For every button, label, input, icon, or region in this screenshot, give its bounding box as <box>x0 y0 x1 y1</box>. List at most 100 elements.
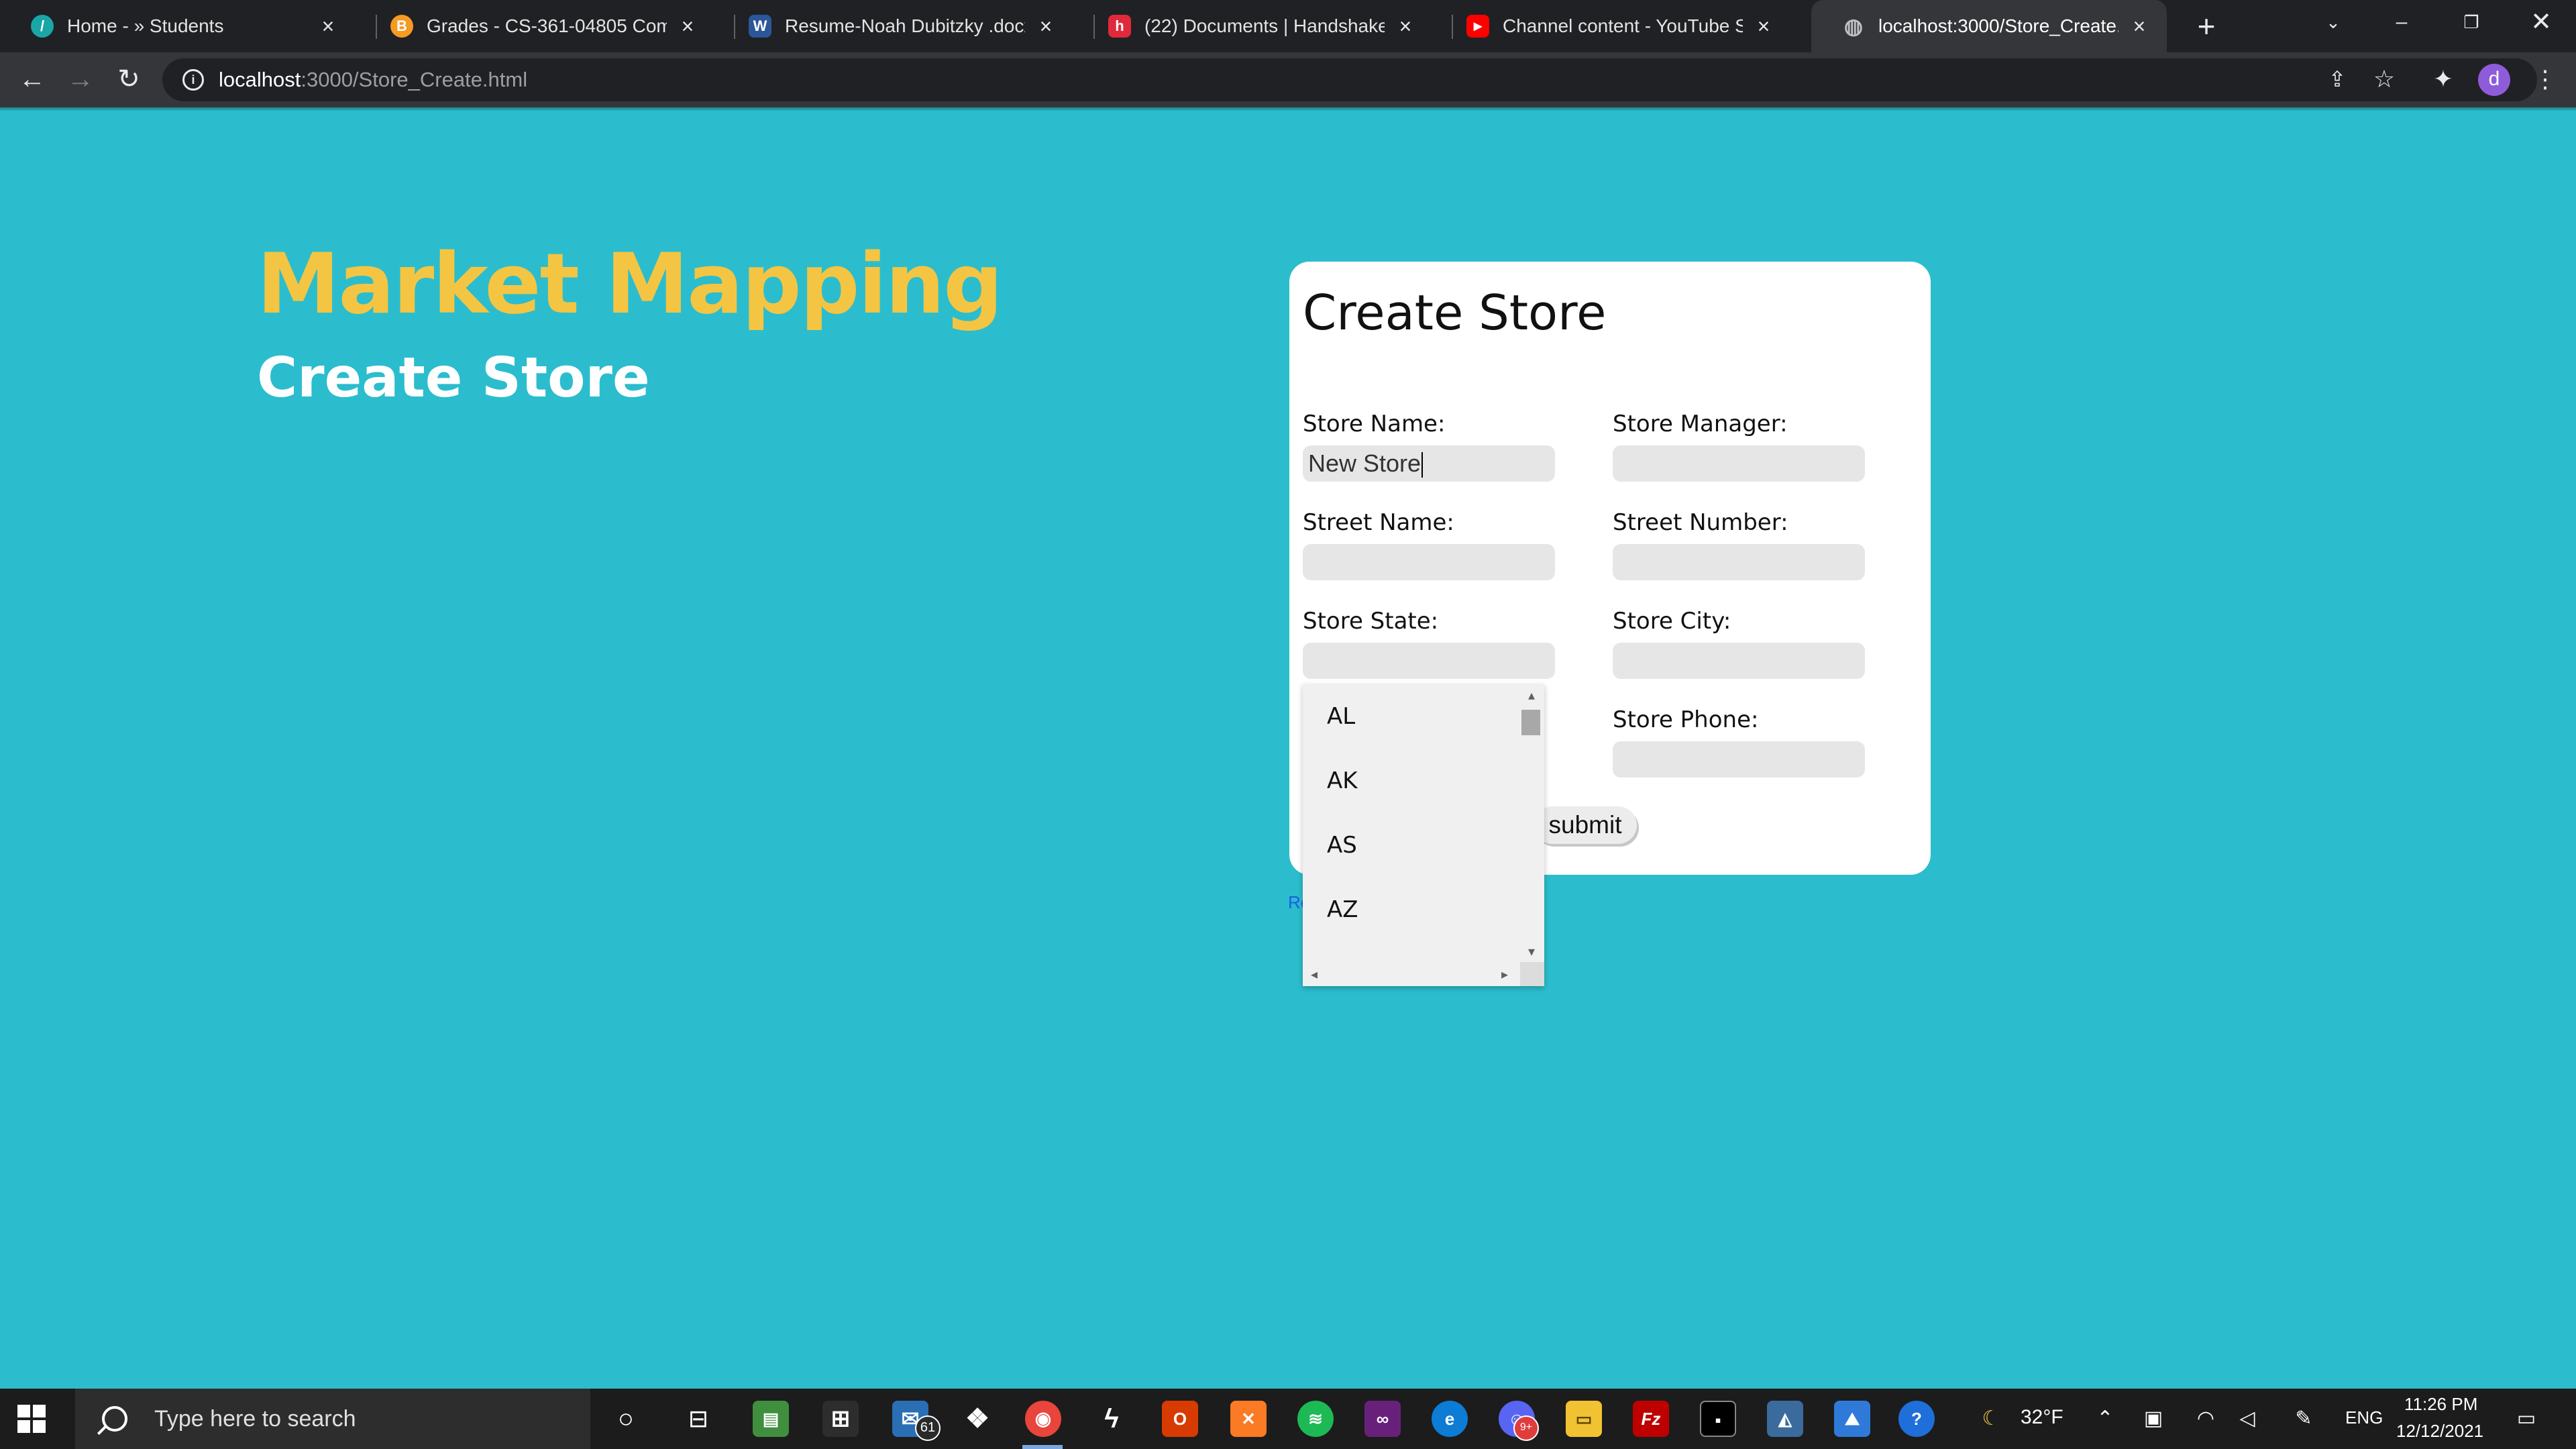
tab-store-create[interactable]: ◍ localhost:3000/Store_Create.html × <box>1811 0 2167 52</box>
dropdown-vertical-scrollbar[interactable]: ▴ ▾ <box>1520 684 1544 962</box>
store-name-input[interactable]: New Store <box>1303 445 1555 482</box>
scrollbar-corner <box>1520 962 1544 986</box>
scroll-left-arrow-icon[interactable]: ◂ <box>1311 966 1318 982</box>
volume-icon[interactable]: ◁ <box>2234 1407 2261 1430</box>
site-info-icon[interactable]: i <box>182 69 204 91</box>
store-name-field: Store Name: New Store <box>1303 411 1571 482</box>
tab-title: Grades - CS-361-04805 Comp Sci <box>427 15 667 36</box>
address-bar[interactable]: i localhost:3000/Store_Create.html <box>162 58 2537 101</box>
show-hidden-icons-chevron-icon[interactable]: ⌃ <box>2092 1407 2118 1430</box>
moon-weather-icon[interactable]: ☾ <box>1978 1407 2004 1430</box>
store-city-field: Store City: <box>1613 608 1881 679</box>
back-arrow-icon[interactable]: ← <box>12 59 52 99</box>
share-icon[interactable]: ⇪ <box>2317 59 2357 99</box>
xampp-app-icon[interactable]: ✕ <box>1230 1401 1267 1437</box>
extensions-puzzle-icon[interactable]: ✦ <box>2423 59 2463 99</box>
photos-app-icon[interactable]: ⛰ <box>1834 1401 1870 1437</box>
close-tab-icon[interactable]: × <box>317 14 339 39</box>
weather-temperature[interactable]: 32°F <box>2021 1406 2063 1429</box>
clock-date[interactable]: 12/12/2021 <box>2396 1421 2483 1442</box>
wifi-icon[interactable]: ◠ <box>2192 1407 2219 1430</box>
tab-search-chevron-icon[interactable]: ⌄ <box>2300 0 2367 47</box>
filezilla-app-icon[interactable]: Fz <box>1633 1401 1669 1437</box>
youtube-favicon-icon: ▶ <box>1466 15 1489 38</box>
store-app-icon[interactable]: ⊞ <box>822 1401 859 1437</box>
tab-grades[interactable]: B Grades - CS-361-04805 Comp Sci × <box>360 0 715 52</box>
state-dropdown-list[interactable]: AL AK AS AZ ▴ ▾ ◂ ▸ <box>1303 684 1544 986</box>
close-tab-icon[interactable]: × <box>676 14 699 39</box>
cortana-icon[interactable]: ○ <box>608 1401 644 1437</box>
new-tab-plus-icon[interactable]: + <box>2188 8 2224 44</box>
tab-title: Resume-Noah Dubitzky .docx <box>785 15 1025 36</box>
file-explorer-icon[interactable]: ▭ <box>1566 1401 1602 1437</box>
store-phone-field: Store Phone: <box>1613 706 1881 777</box>
street-number-field: Street Number: <box>1613 509 1881 580</box>
terminal-app-icon[interactable]: ▪ <box>1700 1401 1736 1437</box>
windows-start-icon[interactable] <box>17 1405 46 1433</box>
pen-icon[interactable]: ✎ <box>2290 1407 2317 1430</box>
reload-icon[interactable]: ↻ <box>109 59 149 99</box>
sheets-app-icon[interactable]: ▤ <box>753 1401 789 1437</box>
notifications-icon[interactable]: ▭ <box>2513 1407 2540 1430</box>
tab-handshake[interactable]: h (22) Documents | Handshake × <box>1077 0 1433 52</box>
close-tab-icon[interactable]: × <box>1394 14 1417 39</box>
store-city-input[interactable] <box>1613 643 1865 679</box>
scroll-right-arrow-icon[interactable]: ▸ <box>1501 966 1508 982</box>
mail-badge: 61 <box>915 1415 941 1441</box>
task-view-icon[interactable]: ⊟ <box>680 1401 716 1437</box>
close-tab-icon[interactable]: × <box>1034 14 1057 39</box>
mysql-app-icon[interactable]: ◭ <box>1767 1401 1803 1437</box>
dropdown-scroll-thumb[interactable] <box>1521 710 1540 735</box>
tab-title: Home - » Students <box>67 15 224 36</box>
tab-title: localhost:3000/Store_Create.html <box>1878 15 2118 36</box>
url-path: :3000/Store_Create.html <box>301 68 528 91</box>
submit-button[interactable]: submit <box>1534 806 1637 844</box>
state-option[interactable]: AZ <box>1327 896 1358 923</box>
form-title: Create Store <box>1303 284 1607 341</box>
profile-avatar[interactable]: d <box>2478 64 2510 96</box>
street-name-field: Street Name: <box>1303 509 1571 580</box>
store-phone-input[interactable] <box>1613 741 1865 777</box>
students-favicon-icon: / <box>31 15 54 38</box>
minimize-icon[interactable]: – <box>2368 0 2435 47</box>
bookmark-star-icon[interactable]: ☆ <box>2364 59 2404 99</box>
browser-toolbar: ← → ↻ i localhost:3000/Store_Create.html… <box>0 52 2576 107</box>
close-window-icon[interactable]: ✕ <box>2508 0 2575 47</box>
street-number-input[interactable] <box>1613 544 1865 580</box>
dropdown-horizontal-scrollbar[interactable]: ◂ ▸ <box>1303 962 1520 986</box>
state-option[interactable]: AL <box>1327 703 1355 730</box>
scroll-down-arrow-icon[interactable]: ▾ <box>1528 943 1535 959</box>
tab-resume[interactable]: W Resume-Noah Dubitzky .docx × <box>718 0 1073 52</box>
edge-app-icon[interactable]: e <box>1432 1401 1468 1437</box>
chrome-app-icon[interactable]: ◉ <box>1025 1401 1061 1437</box>
forward-arrow-icon[interactable]: → <box>60 59 101 99</box>
bolt-app-icon[interactable]: ϟ <box>1093 1401 1130 1437</box>
close-tab-icon[interactable]: × <box>1752 14 1775 39</box>
taskbar-search-box[interactable]: Type here to search <box>75 1389 590 1449</box>
help-app-icon[interactable]: ? <box>1898 1401 1935 1437</box>
close-tab-icon[interactable]: × <box>2128 14 2151 39</box>
store-name-label: Store Name: <box>1303 411 1446 437</box>
tab-youtube-studio[interactable]: ▶ Channel content - YouTube Studio × <box>1436 0 1791 52</box>
brand-title: Market Mapping <box>257 236 1003 333</box>
restore-icon[interactable]: ❐ <box>2438 0 2505 47</box>
store-manager-field: Store Manager: <box>1613 411 1881 482</box>
spotify-app-icon[interactable]: ≋ <box>1297 1401 1334 1437</box>
scroll-up-arrow-icon[interactable]: ▴ <box>1528 687 1535 703</box>
state-option[interactable]: AK <box>1327 767 1358 794</box>
page-subtitle: Create Store <box>257 346 650 410</box>
meet-now-icon[interactable]: ▣ <box>2140 1407 2167 1430</box>
language-indicator[interactable]: ENG <box>2345 1407 2383 1428</box>
dropbox-app-icon[interactable]: ❖ <box>959 1401 996 1437</box>
tab-home-students[interactable]: / Home - » Students × <box>0 0 356 52</box>
clock-time[interactable]: 11:26 PM <box>2404 1394 2477 1415</box>
store-manager-input[interactable] <box>1613 445 1865 482</box>
store-state-select[interactable] <box>1303 643 1555 679</box>
toolbar-divider <box>0 107 2576 111</box>
office-app-icon[interactable]: O <box>1162 1401 1198 1437</box>
state-option[interactable]: AS <box>1327 832 1357 859</box>
windows-taskbar: Type here to search ○ ⊟ ▤ ⊞ ✉ 61 ❖ ◉ ϟ O… <box>0 1389 2576 1449</box>
visual-studio-app-icon[interactable]: ∞ <box>1364 1401 1401 1437</box>
menu-kebab-icon[interactable]: ⋮ <box>2525 59 2565 99</box>
street-name-input[interactable] <box>1303 544 1555 580</box>
